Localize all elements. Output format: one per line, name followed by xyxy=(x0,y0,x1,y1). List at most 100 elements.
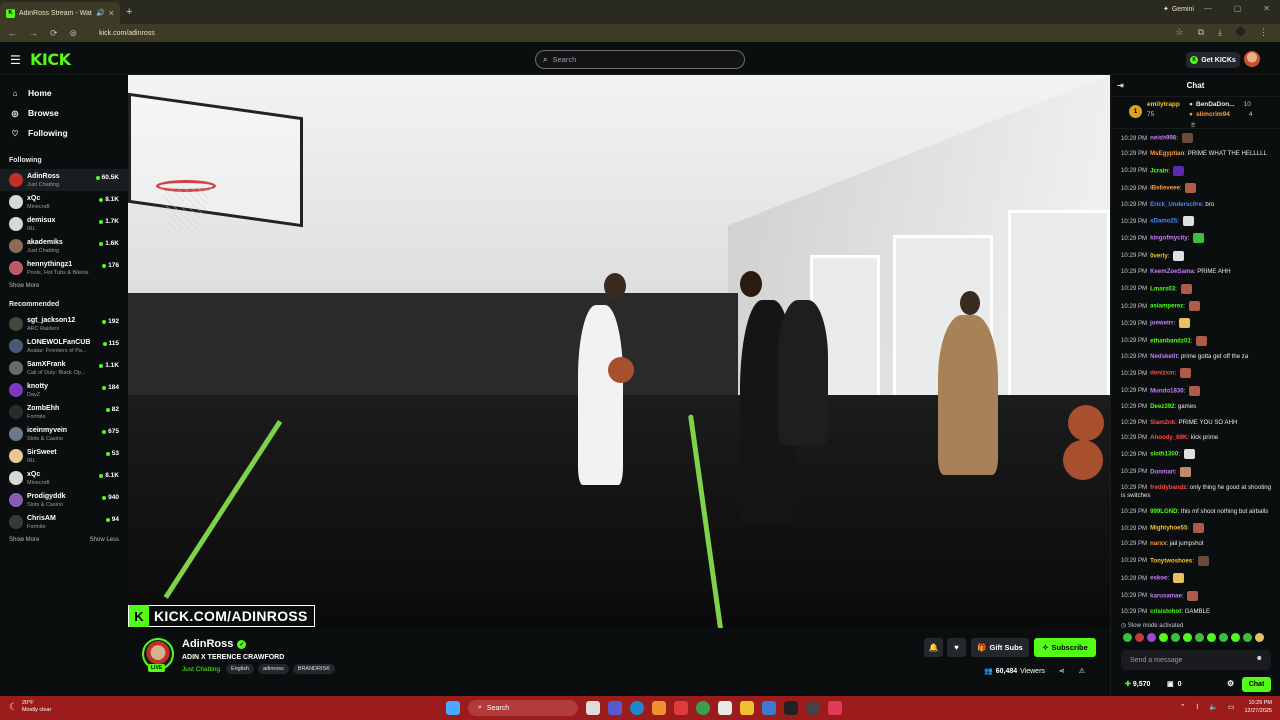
sidebar-item-browse[interactable]: ◎ Browse xyxy=(0,103,128,123)
message-username[interactable]: crisistohot xyxy=(1150,608,1181,615)
sidebar-channel[interactable]: demisux IRL 1.7K xyxy=(0,213,128,235)
app-icon[interactable] xyxy=(718,701,732,715)
message-username[interactable]: Tonytwoshoes xyxy=(1150,557,1192,564)
message-username[interactable]: Jcrain xyxy=(1150,167,1168,174)
stream-category[interactable]: Just Chatting xyxy=(182,666,220,673)
sidebar-item-home[interactable]: ⌂ Home xyxy=(0,83,128,103)
app-icon[interactable] xyxy=(652,701,666,715)
message-username[interactable]: 999LGND xyxy=(1150,508,1177,515)
show-more-button[interactable]: Show More xyxy=(9,537,39,543)
emote-icon[interactable] xyxy=(1195,633,1204,642)
task-view-icon[interactable] xyxy=(586,701,600,715)
message-username[interactable]: MsEgyptian xyxy=(1150,150,1184,157)
message-username[interactable]: 0verly xyxy=(1150,252,1168,259)
gift-subs-button[interactable]: 🎁 Gift Subs xyxy=(971,638,1029,657)
sidebar-channel[interactable]: sgt_jackson12 ARC Raiders 192 xyxy=(0,313,128,335)
message-username[interactable]: Erick_Undersc0re xyxy=(1150,201,1202,208)
close-window-icon[interactable]: ✕ xyxy=(1263,4,1270,13)
emote-icon[interactable] xyxy=(1231,633,1240,642)
notifications-button[interactable]: 🔔 xyxy=(924,638,943,657)
chat-message-input[interactable]: Send a message ☻ xyxy=(1121,650,1271,670)
show-less-button[interactable]: Show Less xyxy=(90,537,119,543)
weather-widget[interactable]: ☾ 20°F Mostly clear xyxy=(9,700,51,714)
minimize-icon[interactable]: — xyxy=(1204,4,1212,13)
leaderboard-entry[interactable]: emilytrapp xyxy=(1147,101,1180,108)
chevron-up-icon[interactable]: ⌃ xyxy=(1180,703,1186,711)
get-kicks-button[interactable]: K Get KICKs xyxy=(1186,52,1240,68)
emote-icon[interactable] xyxy=(1183,633,1192,642)
sidebar-channel[interactable]: iceinmyvein Slots & Casino 675 xyxy=(0,423,128,445)
message-username[interactable]: iBelieveee xyxy=(1150,185,1180,192)
follow-button[interactable]: ♥ xyxy=(947,638,966,657)
emote-icon[interactable] xyxy=(1171,633,1180,642)
sidebar-channel[interactable]: AdinRoss Just Chatting 60.5K xyxy=(0,169,128,191)
emote-icon[interactable] xyxy=(1219,633,1228,642)
message-username[interactable]: neish998 xyxy=(1150,135,1176,142)
share-icon[interactable]: ⋖ xyxy=(1059,667,1065,675)
show-more-button[interactable]: Show More xyxy=(9,283,39,289)
browser-tab[interactable]: K AdinRoss Stream - Watch L 🔊 × xyxy=(0,2,120,24)
message-username[interactable]: Mundo1830 xyxy=(1150,387,1184,394)
collapse-chat-icon[interactable]: ⇥ xyxy=(1117,81,1124,90)
message-username[interactable]: kingofmycity xyxy=(1150,235,1188,242)
folder-icon[interactable] xyxy=(740,701,754,715)
back-icon[interactable]: ← xyxy=(8,28,17,38)
sidebar-channel[interactable]: LONEWOLFanCUB Avatar: Frontiers of Pa... 1… xyxy=(0,335,128,357)
subscribe-button[interactable]: ✧ Subscribe xyxy=(1034,638,1096,657)
message-username[interactable]: Mightyhoe55 xyxy=(1150,525,1187,532)
message-username[interactable]: freddybandz xyxy=(1150,484,1186,491)
new-tab-icon[interactable]: + xyxy=(126,6,132,18)
video-player[interactable]: K KICK.COM/ADINROSS xyxy=(128,75,1110,628)
profile-avatar-icon[interactable] xyxy=(1236,27,1245,36)
hamburger-menu-icon[interactable]: ☰ xyxy=(10,53,21,67)
message-username[interactable]: denizxm xyxy=(1150,370,1174,377)
music-app-icon[interactable] xyxy=(828,701,842,715)
channel-name[interactable]: AdinRoss xyxy=(182,638,233,650)
app-icon[interactable] xyxy=(806,701,820,715)
sidebar-channel[interactable]: ZombEhh Fortnite 82 xyxy=(0,401,128,423)
stream-tag[interactable]: BRANDRISK xyxy=(292,664,335,674)
bookmark-star-icon[interactable]: ☆ xyxy=(1176,27,1184,38)
message-username[interactable]: Lmars03 xyxy=(1150,285,1175,292)
maximize-icon[interactable]: ▢ xyxy=(1234,4,1242,13)
network-icon[interactable]: ⌇ xyxy=(1196,703,1199,711)
menu-dots-icon[interactable]: ⋮ xyxy=(1259,27,1268,38)
message-username[interactable]: Slam2nk xyxy=(1150,419,1175,426)
message-username[interactable]: Deez392 xyxy=(1150,403,1174,410)
message-username[interactable]: ethanbandz01 xyxy=(1150,337,1191,344)
app-icon[interactable] xyxy=(762,701,776,715)
close-tab-icon[interactable]: × xyxy=(109,8,114,18)
emote-icon[interactable] xyxy=(1135,633,1144,642)
url-field[interactable]: kick.com/adinross xyxy=(99,30,155,37)
extensions-icon[interactable]: ⧉ xyxy=(1198,27,1204,38)
sidebar-channel[interactable]: SamXFrank Call of Duty: Black Op... 1.1K xyxy=(0,357,128,379)
teams-icon[interactable] xyxy=(608,701,622,715)
stream-tag[interactable]: adinross xyxy=(257,664,289,674)
speaker-icon[interactable]: 🔊 xyxy=(96,9,105,17)
message-username[interactable]: xDamo25 xyxy=(1150,218,1177,225)
chrome-icon[interactable] xyxy=(696,701,710,715)
emoji-picker-icon[interactable]: ☻ xyxy=(1256,655,1263,662)
emote-icon[interactable] xyxy=(1243,633,1252,642)
site-info-icon[interactable]: ⊜ xyxy=(70,28,78,39)
sidebar-channel[interactable]: SirSweet IRL 53 xyxy=(0,445,128,467)
sidebar-channel[interactable]: ChrisAM Fortnite 94 xyxy=(0,511,128,533)
emote-icon[interactable] xyxy=(1147,633,1156,642)
send-chat-button[interactable]: Chat xyxy=(1242,677,1271,692)
message-username[interactable]: sloth1300 xyxy=(1150,451,1178,458)
sidebar-item-following[interactable]: ♡ Following xyxy=(0,123,128,143)
edge-icon[interactable] xyxy=(630,701,644,715)
sidebar-channel[interactable]: xQc Minecraft 8.1K xyxy=(0,467,128,489)
message-username[interactable]: Ahoody_69K xyxy=(1150,434,1187,441)
sidebar-channel[interactable]: knotty DayZ 184 xyxy=(0,379,128,401)
taskbar-search[interactable]: ⌕ Search xyxy=(468,700,578,716)
sidebar-channel[interactable]: Prodigyddk Slots & Casino 940 xyxy=(0,489,128,511)
emote-icon[interactable] xyxy=(1123,633,1132,642)
message-username[interactable]: joeweirr xyxy=(1150,320,1173,327)
report-warning-icon[interactable]: ⚠ xyxy=(1079,667,1085,675)
sidebar-channel[interactable]: xQc Minecraft 8.1K xyxy=(0,191,128,213)
emote-icon[interactable] xyxy=(1255,633,1264,642)
leaderboard-entry[interactable]: ● BenDaDon... 10 xyxy=(1189,101,1251,108)
start-windows-icon[interactable] xyxy=(446,701,460,715)
battery-icon[interactable]: ▭ xyxy=(1228,703,1235,711)
